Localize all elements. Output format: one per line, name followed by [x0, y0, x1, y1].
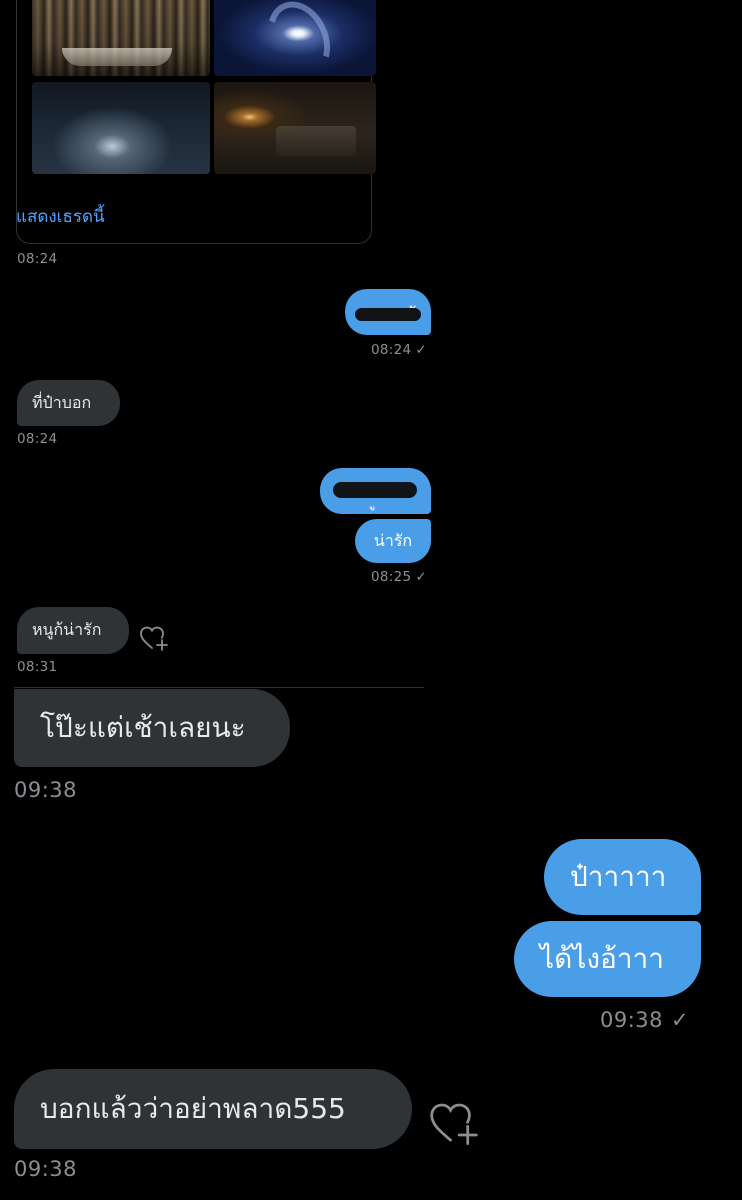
outgoing-message-bubble[interactable]: ป๋าาาาา	[544, 839, 701, 915]
incoming-message-bubble[interactable]: บอกแล้วว่าอย่าพลาด555	[14, 1069, 412, 1149]
message-time: 09:38	[600, 1008, 664, 1032]
message-text: ที่ป๋าบอก	[32, 392, 92, 412]
message-meta: 09:38 ✓	[600, 1008, 689, 1032]
outgoing-message-bubble[interactable]: ได้ไงอ้าาา	[514, 921, 701, 997]
redaction-bar	[355, 308, 421, 321]
thread-image-room[interactable]	[214, 82, 376, 174]
message-time: 09:38	[14, 1157, 78, 1181]
show-thread-link[interactable]: แสดงเธรดนี้	[16, 203, 105, 230]
message-text: บอกแล้วว่าอย่าพลาด555	[40, 1092, 346, 1125]
message-meta: 08:25 ✓	[371, 569, 427, 585]
outgoing-message-bubble[interactable]: ะ	[345, 289, 431, 335]
message-time: 08:24	[17, 251, 58, 267]
message-text: น่ารัก	[373, 530, 413, 550]
incoming-message-bubble[interactable]: หนูก้น่ารัก	[17, 607, 129, 654]
incoming-message-bubble[interactable]: โป๊ะแต่เช้าเลยนะ	[14, 689, 290, 767]
incoming-message-bubble[interactable]: ที่ป๋าบอก	[17, 380, 120, 426]
message-text: ป๋าาาาา	[570, 860, 667, 893]
divider	[14, 687, 424, 688]
message-text: หนูก้น่ารัก	[32, 620, 102, 639]
redaction-bar	[333, 482, 417, 498]
thread-image-sea[interactable]	[32, 82, 210, 174]
check-icon: ✓	[671, 1008, 690, 1032]
thread-image-moon[interactable]	[214, 0, 376, 76]
outgoing-message-bubble[interactable]: น่ารัก	[355, 519, 431, 563]
message-time: 08:24	[17, 431, 58, 447]
message-meta: 08:24 ✓	[371, 342, 427, 358]
message-time: 09:38	[14, 778, 78, 802]
message-time: 08:25	[371, 569, 412, 585]
outgoing-message-bubble[interactable]: ู	[320, 468, 431, 514]
heart-plus-icon[interactable]	[428, 1099, 480, 1147]
message-text: ได้ไงอ้าาา	[540, 942, 665, 975]
message-time: 08:31	[17, 659, 58, 675]
heart-plus-icon[interactable]	[139, 624, 169, 652]
message-time: 08:24	[371, 342, 412, 358]
thread-image-bar[interactable]	[32, 0, 210, 76]
message-text: โป๊ะแต่เช้าเลยนะ	[40, 711, 246, 744]
check-icon: ✓	[415, 569, 428, 585]
check-icon: ✓	[415, 342, 428, 358]
